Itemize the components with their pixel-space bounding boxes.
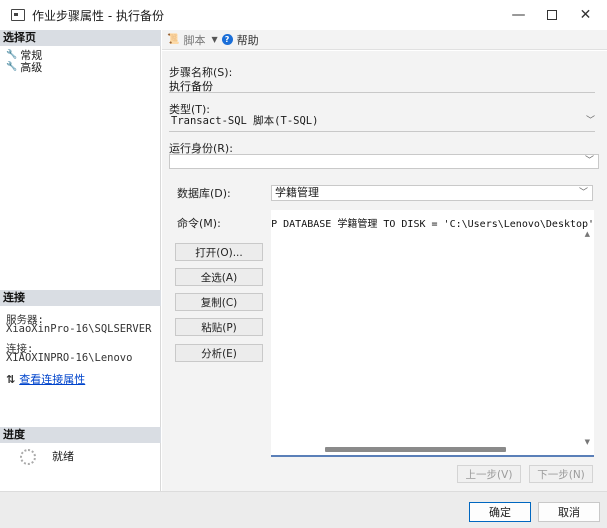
status-text: 就绪: [52, 450, 74, 463]
progress-spinner-icon: [20, 449, 36, 465]
title-bar: 作业步骤属性 - 执行备份 — ✕: [0, 0, 607, 30]
prev-step-button[interactable]: 上一步(V): [457, 465, 521, 483]
run-as-select[interactable]: ﹀: [169, 154, 599, 169]
view-connection-properties[interactable]: ⇅ 查看连接属性: [6, 371, 85, 387]
chevron-down-icon: ﹀: [578, 188, 588, 198]
help-icon: ?: [221, 34, 233, 45]
script-button[interactable]: 脚本: [183, 32, 205, 48]
select-page-header: 选择页: [0, 30, 161, 46]
scroll-down-icon[interactable]: ▼: [585, 438, 590, 446]
chevron-down-icon: ﹀: [584, 156, 594, 166]
dialog-footer: 确定 取消: [0, 491, 607, 528]
close-button[interactable]: ✕: [563, 0, 607, 30]
cancel-button[interactable]: 取消: [538, 502, 600, 522]
server-value: XiaoXinPro-16\SQLSERVER: [6, 323, 152, 335]
open-button[interactable]: 打开(O)...: [175, 243, 263, 261]
ok-button[interactable]: 确定: [469, 502, 531, 522]
database-label: 数据库(D):: [177, 187, 231, 200]
paste-button[interactable]: 粘贴(P): [175, 318, 263, 336]
page-item-advanced[interactable]: 🔧 高级: [6, 59, 42, 75]
toolbar: 📜 脚本 ▼ ? 帮助: [162, 30, 607, 50]
database-select[interactable]: 学籍管理 ﹀: [271, 185, 593, 201]
maximize-icon: [546, 10, 557, 20]
vertical-scrollbar[interactable]: ▲ ▼: [580, 210, 594, 455]
script-icon: 📜: [167, 34, 180, 45]
window-title: 作业步骤属性 - 执行备份: [32, 8, 164, 23]
minimize-icon: —: [511, 7, 526, 23]
select-all-button[interactable]: 全选(A): [175, 268, 263, 286]
command-text[interactable]: BACKUP DATABASE 学籍管理 TO DISK = 'C:\Users…: [271, 215, 594, 230]
copy-button[interactable]: 复制(C): [175, 293, 263, 311]
command-editor[interactable]: BACKUP DATABASE 学籍管理 TO DISK = 'C:\Users…: [271, 210, 594, 457]
network-icon: ⇅: [6, 372, 16, 386]
main-panel: 步骤名称(S): 执行备份 类型(T): Transact-SQL 脚本(T-S…: [162, 51, 607, 491]
horizontal-scrollbar-thumb[interactable]: [325, 447, 506, 452]
progress-header: 进度: [0, 427, 161, 443]
help-button[interactable]: 帮助: [237, 32, 259, 48]
left-pane: 选择页 🔧 常规 🔧 高级 连接 服务器: XiaoXinPro-16\SQLS…: [0, 30, 161, 491]
step-name-underline: [169, 92, 595, 93]
chevron-down-icon[interactable]: ▼: [211, 35, 217, 44]
close-icon: ✕: [579, 7, 592, 23]
type-value: Transact-SQL 脚本(T-SQL): [171, 115, 319, 127]
command-label: 命令(M):: [177, 217, 221, 230]
page-item-label: 高级: [20, 61, 43, 74]
window-icon: [11, 9, 25, 21]
database-value: 学籍管理: [275, 186, 319, 199]
scroll-up-icon[interactable]: ▲: [585, 230, 590, 238]
wrench-icon: 🔧: [6, 62, 18, 72]
chevron-down-icon: ﹀: [585, 116, 595, 126]
type-select[interactable]: Transact-SQL 脚本(T-SQL) ﹀: [169, 115, 599, 130]
next-step-button[interactable]: 下一步(N): [529, 465, 593, 483]
view-properties-link[interactable]: 查看连接属性: [19, 371, 85, 387]
connection-header: 连接: [0, 290, 161, 306]
connection-value: XIAOXINPRO-16\Lenovo: [6, 352, 133, 364]
type-underline: [169, 131, 595, 132]
parse-button[interactable]: 分析(E): [175, 344, 263, 362]
